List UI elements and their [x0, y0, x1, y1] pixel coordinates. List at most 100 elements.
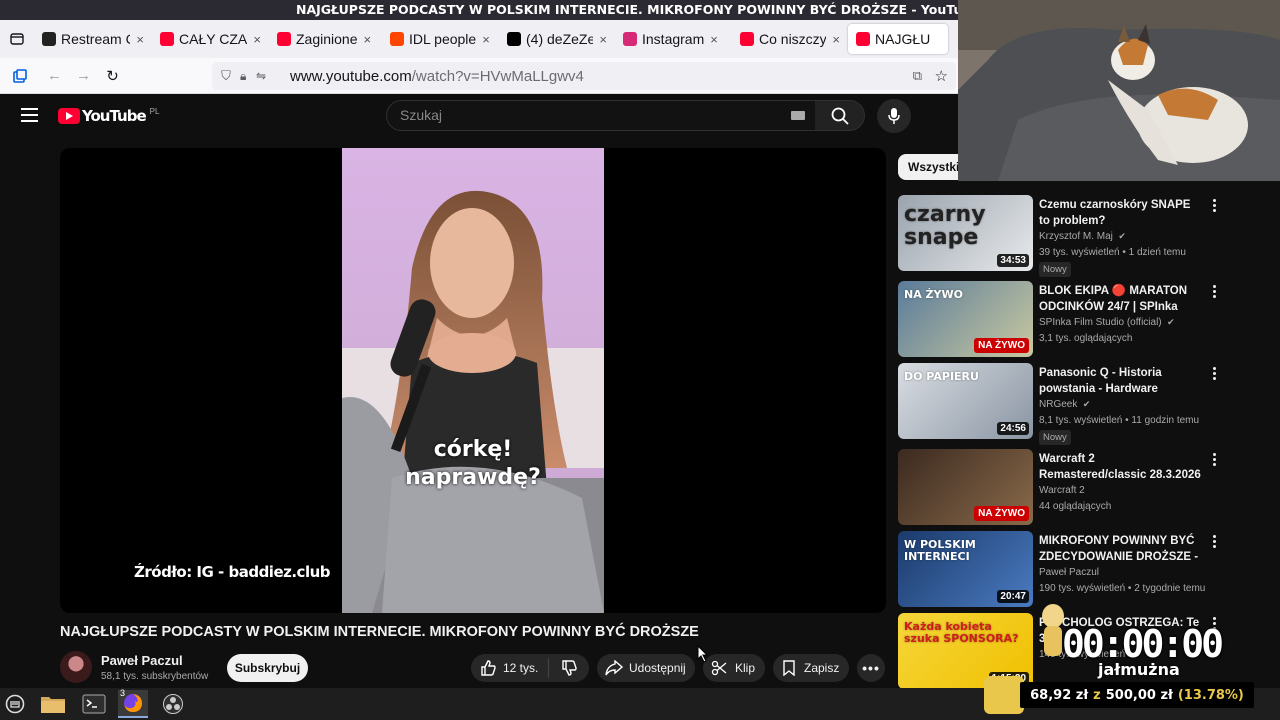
- taskbar-files-button[interactable]: [38, 690, 68, 718]
- recommended-channel[interactable]: NRGeek ✔: [1039, 399, 1090, 410]
- recommended-channel[interactable]: SPInka Film Studio (official) ✔: [1039, 317, 1175, 328]
- microphone-icon: [888, 108, 900, 124]
- recommended-video[interactable]: DO PAPIERU 24:56 Panasonic Q - Historia po…: [898, 363, 1228, 445]
- tab-list-button[interactable]: [0, 20, 34, 58]
- video-thumbnail[interactable]: DO PAPIERU 24:56: [898, 363, 1033, 439]
- clip-button[interactable]: Klip: [703, 654, 765, 682]
- recommended-channel-name: SPInka Film Studio (official): [1039, 317, 1162, 328]
- browser-tab[interactable]: Zaginione ×: [269, 24, 382, 54]
- video-thumbnail[interactable]: NA ŻYWO: [898, 449, 1033, 525]
- thumbs-down-icon: [562, 660, 577, 676]
- save-button[interactable]: Zapisz: [773, 654, 849, 682]
- firefox-icon: [124, 694, 142, 712]
- recommended-title[interactable]: MIKROFONY POWINNY BYĆ ZDECYDOWANIE DROŻS…: [1039, 533, 1204, 565]
- tab-label: Zaginione: [296, 31, 358, 47]
- thumbnail-text: DO PAPIERU: [904, 370, 979, 383]
- donation-goal-amount: 500,00 zł: [1105, 687, 1173, 703]
- youtube-logo[interactable]: YouTube PL: [58, 107, 159, 125]
- lock-icon[interactable]: 🔒︎: [240, 69, 256, 84]
- recommended-video[interactable]: W POLSKIM INTERNECI 20:47 MIKROFONY POWINN…: [898, 531, 1228, 609]
- donation-progress-marker: [984, 676, 1024, 714]
- taskbar-obs-button[interactable]: [158, 690, 188, 718]
- search-input[interactable]: Szukaj: [386, 100, 816, 131]
- youtube-icon: [856, 32, 870, 46]
- more-vertical-icon[interactable]: [1208, 365, 1220, 383]
- thumbnail-text: NA ŻYWO: [904, 288, 963, 301]
- donation-current: 68,92 zł: [1030, 687, 1089, 703]
- browser-tab[interactable]: Restream C ×: [34, 24, 152, 54]
- video-thumbnail[interactable]: W POLSKIM INTERNECI 20:47: [898, 531, 1033, 607]
- reader-view-icon[interactable]: ⧉: [913, 68, 922, 84]
- browser-tab[interactable]: CAŁY CZAS ×: [152, 24, 269, 54]
- recommended-video[interactable]: NA ŻYWO NA ŻYWO BLOK EKIPA 🔴 MARATON ODCIN…: [898, 281, 1228, 359]
- tab-close-icon[interactable]: ×: [136, 32, 144, 47]
- recommended-channel[interactable]: Paweł Paczul: [1039, 567, 1099, 578]
- tab-close-icon[interactable]: ×: [364, 32, 372, 47]
- tab-close-icon[interactable]: ×: [482, 32, 490, 47]
- search-button[interactable]: [815, 100, 865, 131]
- start-menu-button[interactable]: [0, 690, 30, 718]
- recommended-meta: 190 tys. wyświetleń • 2 tygodnie temu: [1039, 583, 1206, 594]
- back-button[interactable]: ←: [40, 67, 69, 84]
- channel-avatar[interactable]: [60, 651, 92, 683]
- browser-tab[interactable]: IDL people ×: [382, 24, 499, 54]
- recommended-title[interactable]: BLOK EKIPA 🔴 MARATON ODCINKÓW 24/7 | SPI…: [1039, 283, 1204, 315]
- donation-separator: z: [1093, 687, 1101, 703]
- caption-line-1: córkę!: [433, 437, 513, 462]
- search-icon: [831, 107, 849, 125]
- more-vertical-icon[interactable]: [1208, 451, 1220, 469]
- video-thumbnail[interactable]: czarny snape 34:53: [898, 195, 1033, 271]
- thumbnail-text: Każda kobieta szuka SPONSORA?: [904, 620, 1019, 645]
- more-actions-button[interactable]: •••: [857, 654, 885, 682]
- like-dislike-group: 12 tys.: [471, 654, 589, 682]
- url-path: /watch?v=HVwMaLLgwv4: [411, 67, 584, 85]
- recommended-title[interactable]: Warcraft 2 Remastered/classic 28.3.2026: [1039, 451, 1204, 483]
- reload-button[interactable]: ↻: [98, 67, 127, 85]
- forward-button[interactable]: →: [69, 67, 98, 84]
- subscribe-button[interactable]: Subskrybuj: [227, 654, 308, 682]
- dislike-button[interactable]: [549, 660, 589, 676]
- recommended-video[interactable]: NA ŻYWO Warcraft 2 Remastered/classic 28.…: [898, 449, 1228, 527]
- like-button[interactable]: 12 tys.: [471, 658, 549, 678]
- tab-close-icon[interactable]: ×: [832, 32, 840, 47]
- recommended-channel[interactable]: Warcraft 2: [1039, 485, 1085, 496]
- permissions-icon[interactable]: ⇋: [256, 69, 290, 83]
- tab-label: Instagram: [642, 31, 705, 47]
- recommended-channel[interactable]: Krzysztof M. Maj ✔: [1039, 231, 1126, 242]
- reload-icon: ↻: [106, 67, 119, 85]
- browser-tab[interactable]: NAJGŁU: [848, 24, 948, 54]
- hamburger-menu-icon[interactable]: [21, 108, 38, 122]
- tab-close-icon[interactable]: ×: [710, 32, 718, 47]
- new-badge: Nowy: [1039, 262, 1071, 277]
- containers-icon[interactable]: [0, 68, 40, 83]
- tab-close-icon[interactable]: ×: [599, 32, 607, 47]
- taskbar-firefox-button[interactable]: 3: [118, 688, 148, 718]
- browser-tab[interactable]: Instagram ×: [615, 24, 732, 54]
- more-vertical-icon[interactable]: [1208, 283, 1220, 301]
- webcam-overlay: [958, 0, 1280, 181]
- video-thumbnail[interactable]: NA ŻYWO NA ŻYWO: [898, 281, 1033, 357]
- channel-name[interactable]: Paweł Paczul: [101, 653, 183, 668]
- recommended-channel-name: Warcraft 2: [1039, 485, 1085, 496]
- donation-goal: 68,92 zł z 500,00 zł (13.78%): [1020, 682, 1254, 708]
- share-button[interactable]: Udostępnij: [597, 654, 695, 682]
- recommended-title[interactable]: Panasonic Q - Historia powstania - Hardw…: [1039, 365, 1204, 397]
- video-title: NAJGŁUPSZE PODCASTY W POLSKIM INTERNECIE…: [60, 624, 699, 640]
- recommended-video[interactable]: czarny snape 34:53 Czemu czarnoskóry SNAPE…: [898, 195, 1228, 277]
- more-vertical-icon[interactable]: [1208, 533, 1220, 551]
- voice-search-button[interactable]: [877, 99, 911, 133]
- shield-icon[interactable]: ⛉: [212, 68, 240, 84]
- bookmark-icon: [783, 660, 795, 676]
- recommended-title[interactable]: Czemu czarnoskóry SNAPE to problem?: [1039, 197, 1204, 229]
- keyboard-icon[interactable]: [791, 111, 805, 120]
- bookmark-star-icon[interactable]: ☆: [935, 67, 948, 85]
- browser-tab[interactable]: Co niszczy ×: [732, 24, 848, 54]
- taskbar-terminal-button[interactable]: [79, 690, 109, 718]
- address-bar[interactable]: ⛉ 🔒︎ ⇋ www.youtube.com/watch?v=HVwMaLLgw…: [212, 62, 956, 90]
- firefox-window-count: 3: [120, 688, 126, 698]
- browser-tab[interactable]: (4) deZeZe ×: [499, 24, 615, 54]
- more-vertical-icon[interactable]: [1208, 197, 1220, 215]
- thumbs-up-icon: [481, 660, 496, 676]
- recommended-channel-name: NRGeek: [1039, 399, 1078, 410]
- tab-close-icon[interactable]: ×: [253, 32, 261, 47]
